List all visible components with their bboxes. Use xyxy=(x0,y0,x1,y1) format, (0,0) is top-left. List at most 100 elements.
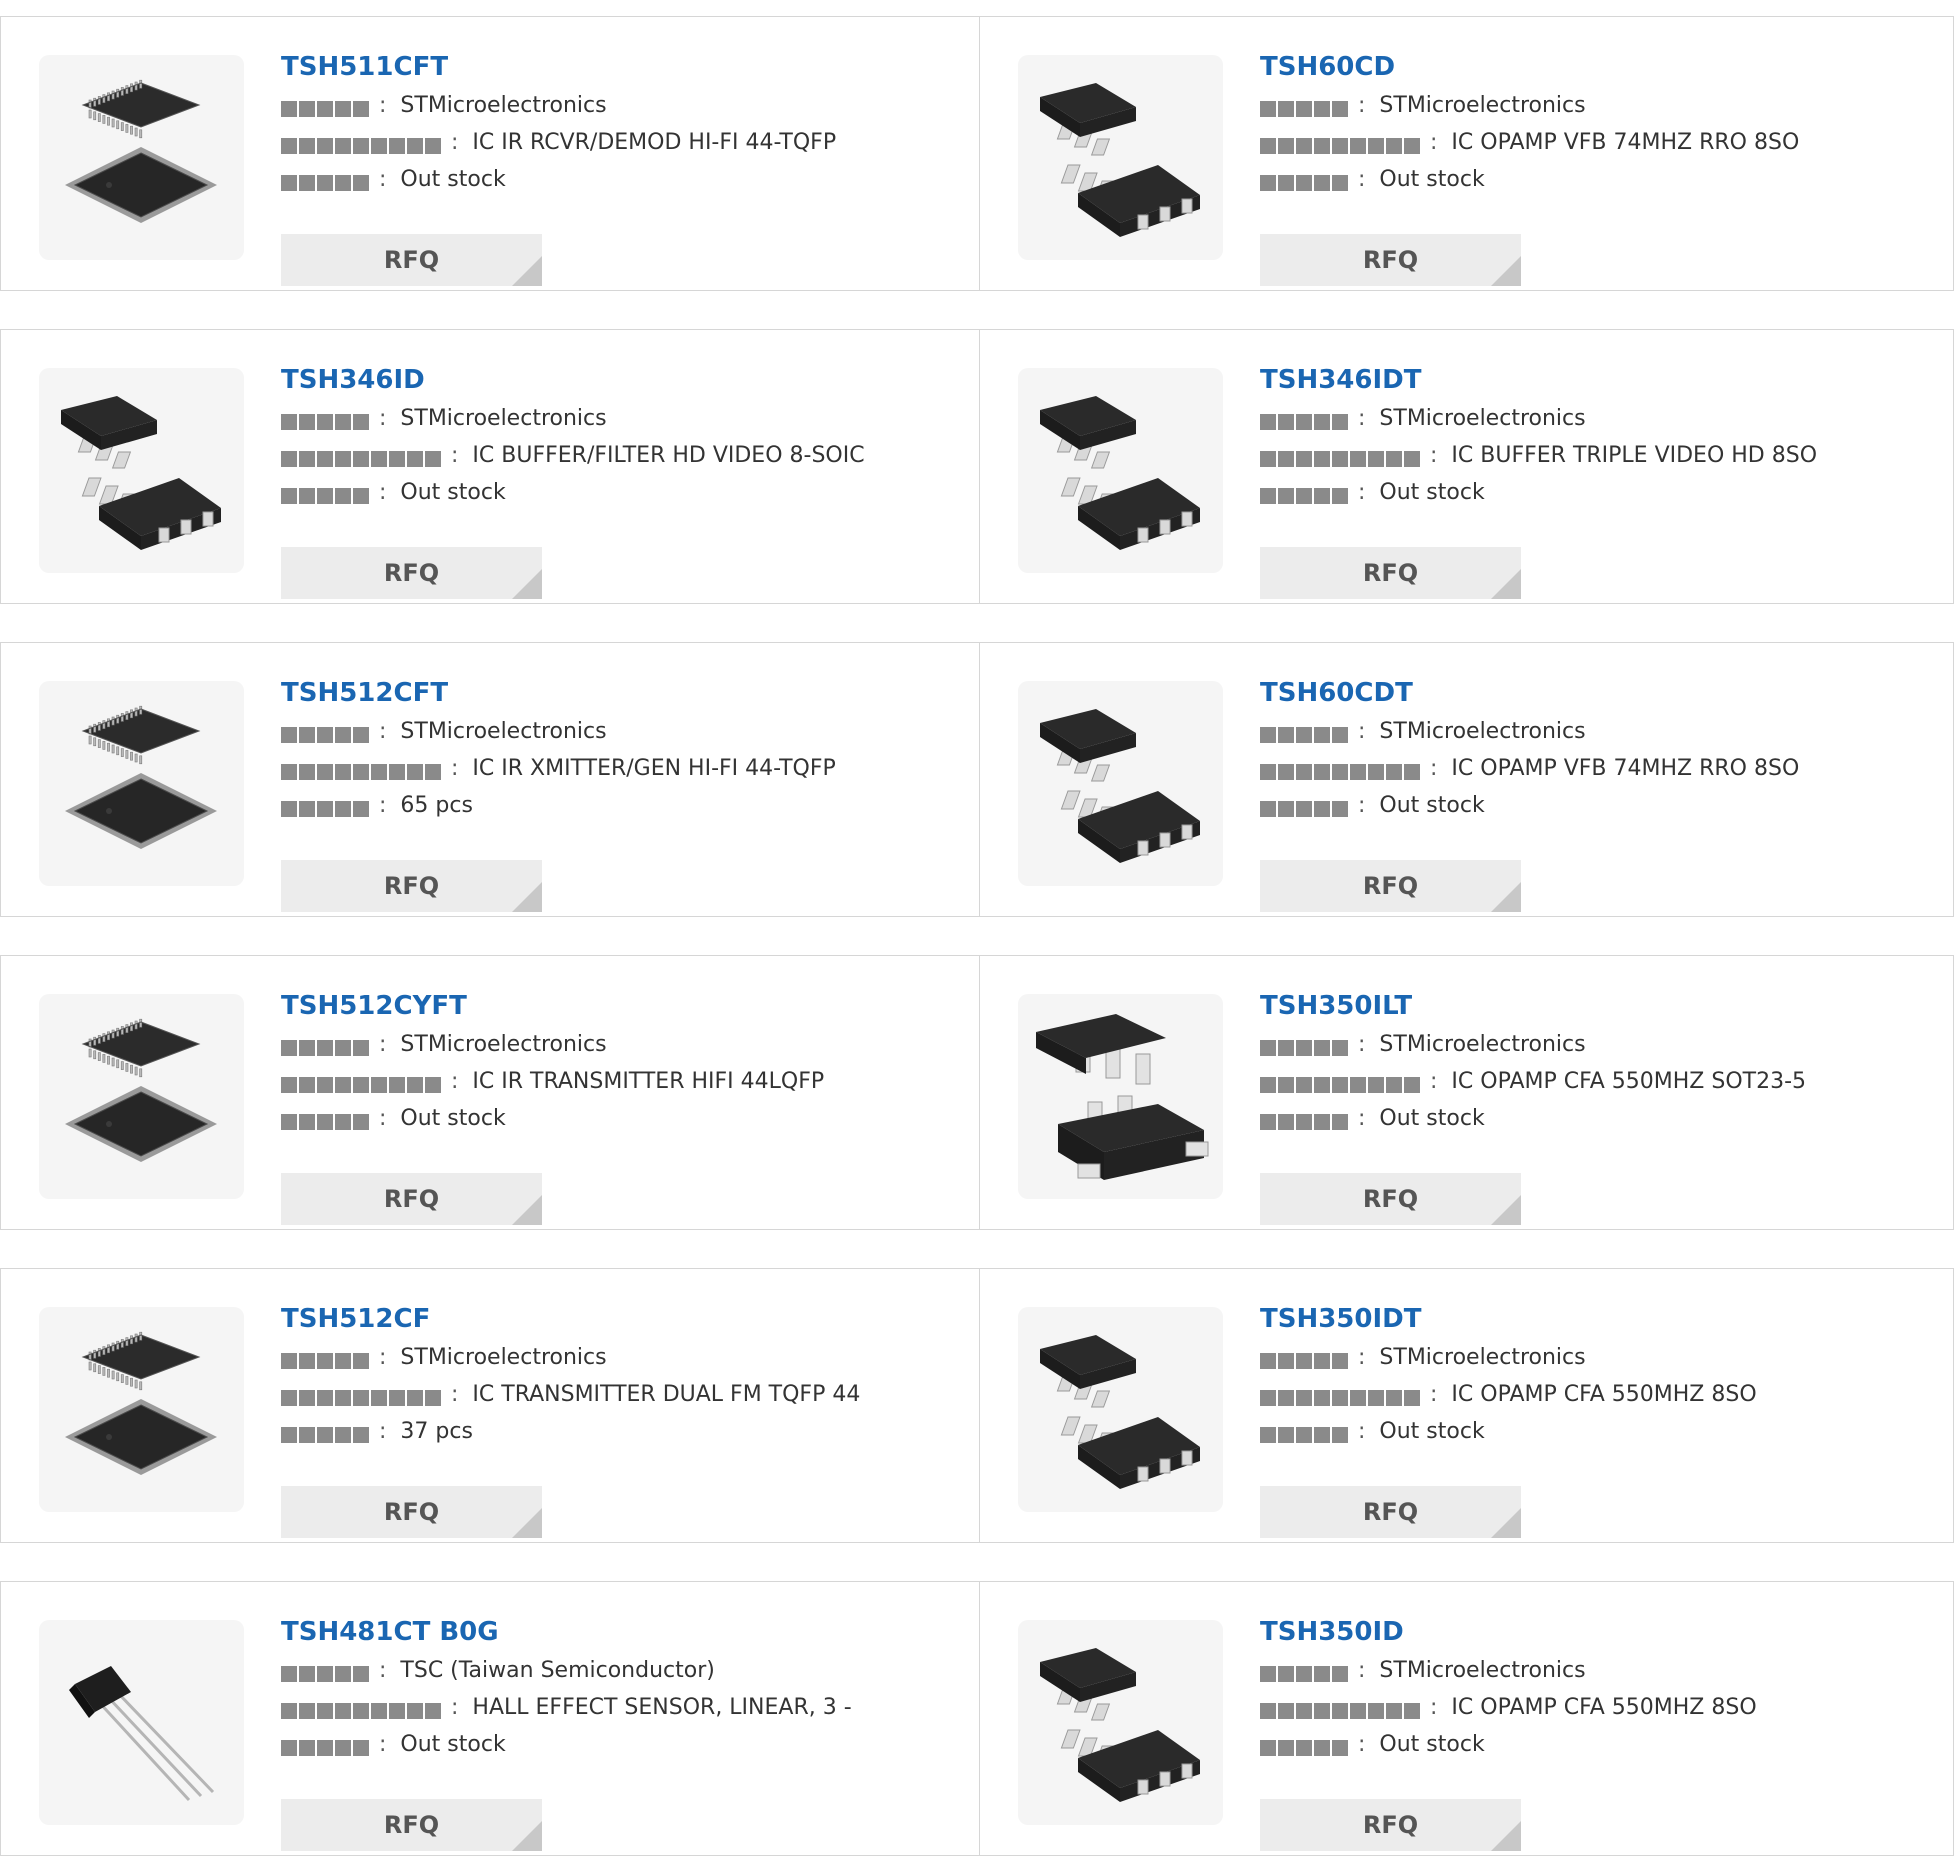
so8-package-icon xyxy=(61,396,221,550)
part-number-link[interactable]: TSH350IDT xyxy=(1260,1301,1940,1337)
part-number-link[interactable]: TSH512CYFT xyxy=(281,988,961,1024)
label-glyph-block xyxy=(1314,1427,1330,1443)
product-image-tqfp-package[interactable] xyxy=(39,1307,244,1512)
product-image-so8-package[interactable] xyxy=(1018,368,1223,573)
part-number-link[interactable]: TSH350ILT xyxy=(1260,988,1940,1024)
label-glyph-block xyxy=(335,1114,351,1130)
corner-fold-decoration xyxy=(512,1508,542,1538)
part-number-link[interactable]: TSH350ID xyxy=(1260,1614,1940,1650)
manufacturer-label-glyphs xyxy=(281,1031,371,1056)
label-glyph-block xyxy=(389,1390,405,1406)
stock-value: Out stock xyxy=(1379,1106,1485,1131)
label-glyph-block xyxy=(317,1040,333,1056)
product-info: TSH350ILT : STMicroelectronics : IC OPAMP … xyxy=(1260,988,1940,1225)
label-glyph-block xyxy=(1278,101,1294,117)
label-glyph-block xyxy=(1260,1666,1276,1682)
rfq-button[interactable]: RFQ xyxy=(1260,1173,1521,1225)
part-number-link[interactable]: TSH60CD xyxy=(1260,49,1940,85)
manufacturer-value: TSC (Taiwan Semiconductor) xyxy=(400,1658,715,1683)
separator: : xyxy=(1430,756,1438,781)
label-glyph-block xyxy=(1278,1077,1294,1093)
part-number-link[interactable]: TSH346IDT xyxy=(1260,362,1940,398)
label-glyph-block xyxy=(1296,727,1312,743)
rfq-button[interactable]: RFQ xyxy=(281,547,542,599)
label-glyph-block xyxy=(425,1390,441,1406)
label-glyph-block xyxy=(353,801,369,817)
separator: : xyxy=(379,93,387,118)
rfq-button[interactable]: RFQ xyxy=(281,1173,542,1225)
label-glyph-block xyxy=(281,414,297,430)
label-glyph-block xyxy=(317,175,333,191)
separator: : xyxy=(1430,1695,1438,1720)
label-glyph-block xyxy=(353,414,369,430)
label-glyph-block xyxy=(1260,488,1276,504)
rfq-button[interactable]: RFQ xyxy=(281,860,542,912)
description-label-glyphs xyxy=(1260,1381,1422,1406)
separator: : xyxy=(379,1732,387,1757)
product-card: TSH60CDT : STMicroelectronics : IC OPAMP V… xyxy=(980,643,1954,916)
product-image-sot23-package[interactable] xyxy=(1018,994,1223,1199)
rfq-button[interactable]: RFQ xyxy=(281,234,542,286)
label-glyph-block xyxy=(353,1703,369,1719)
label-glyph-block xyxy=(353,138,369,154)
product-row: TSH512CF : STMicroelectronics : IC TRANSMI… xyxy=(0,1268,1954,1543)
label-glyph-block xyxy=(317,138,333,154)
rfq-label: RFQ xyxy=(383,1185,440,1213)
rfq-button[interactable]: RFQ xyxy=(1260,547,1521,599)
label-glyph-block xyxy=(1296,1740,1312,1756)
label-glyph-block xyxy=(317,1353,333,1369)
label-glyph-block xyxy=(1260,175,1276,191)
part-number-link[interactable]: TSH512CFT xyxy=(281,675,961,711)
product-image-so8-package[interactable] xyxy=(1018,55,1223,260)
rfq-button[interactable]: RFQ xyxy=(1260,234,1521,286)
stock-row: : Out stock xyxy=(1260,1726,1940,1763)
label-glyph-block xyxy=(1314,175,1330,191)
label-glyph-block xyxy=(1260,1040,1276,1056)
rfq-button[interactable]: RFQ xyxy=(281,1799,542,1851)
part-number-link[interactable]: TSH512CF xyxy=(281,1301,961,1337)
separator: : xyxy=(1430,130,1438,155)
stock-value: 65 pcs xyxy=(400,793,473,818)
product-image-so8-package[interactable] xyxy=(1018,681,1223,886)
label-glyph-block xyxy=(335,1390,351,1406)
part-number-link[interactable]: TSH511CFT xyxy=(281,49,961,85)
label-glyph-block xyxy=(1332,801,1348,817)
part-number-link[interactable]: TSH346ID xyxy=(281,362,961,398)
description-value: IC OPAMP VFB 74MHZ RRO 8SO xyxy=(1451,756,1800,781)
label-glyph-block xyxy=(1332,1427,1348,1443)
product-image-so8-package[interactable] xyxy=(1018,1620,1223,1825)
label-glyph-block xyxy=(407,1077,423,1093)
label-glyph-block xyxy=(335,1353,351,1369)
separator: : xyxy=(1358,719,1366,744)
label-glyph-block xyxy=(1314,414,1330,430)
stock-label-glyphs xyxy=(281,1731,371,1756)
product-image-to92-package[interactable] xyxy=(39,1620,244,1825)
separator: : xyxy=(379,1345,387,1370)
description-label-glyphs xyxy=(1260,755,1422,780)
stock-value: Out stock xyxy=(1379,793,1485,818)
separator: : xyxy=(379,1032,387,1057)
label-glyph-block xyxy=(1332,1353,1348,1369)
rfq-button[interactable]: RFQ xyxy=(281,1486,542,1538)
label-glyph-block xyxy=(1332,1666,1348,1682)
label-glyph-block xyxy=(1260,1077,1276,1093)
separator: : xyxy=(451,1069,459,1094)
rfq-button[interactable]: RFQ xyxy=(1260,1799,1521,1851)
product-image-tqfp-package[interactable] xyxy=(39,55,244,260)
rfq-button[interactable]: RFQ xyxy=(1260,1486,1521,1538)
label-glyph-block xyxy=(1332,488,1348,504)
product-image-tqfp-package[interactable] xyxy=(39,681,244,886)
rfq-button[interactable]: RFQ xyxy=(1260,860,1521,912)
product-image-tqfp-package[interactable] xyxy=(39,994,244,1199)
label-glyph-block xyxy=(353,1740,369,1756)
part-number-link[interactable]: TSH481CT B0G xyxy=(281,1614,961,1650)
product-image-so8-package[interactable] xyxy=(39,368,244,573)
part-number-link[interactable]: TSH60CDT xyxy=(1260,675,1940,711)
label-glyph-block xyxy=(1332,451,1348,467)
label-glyph-block xyxy=(353,451,369,467)
manufacturer-label-glyphs xyxy=(1260,1657,1350,1682)
product-image-so8-package[interactable] xyxy=(1018,1307,1223,1512)
manufacturer-value: STMicroelectronics xyxy=(1379,719,1586,744)
stock-value: Out stock xyxy=(400,167,506,192)
corner-fold-decoration xyxy=(512,569,542,599)
